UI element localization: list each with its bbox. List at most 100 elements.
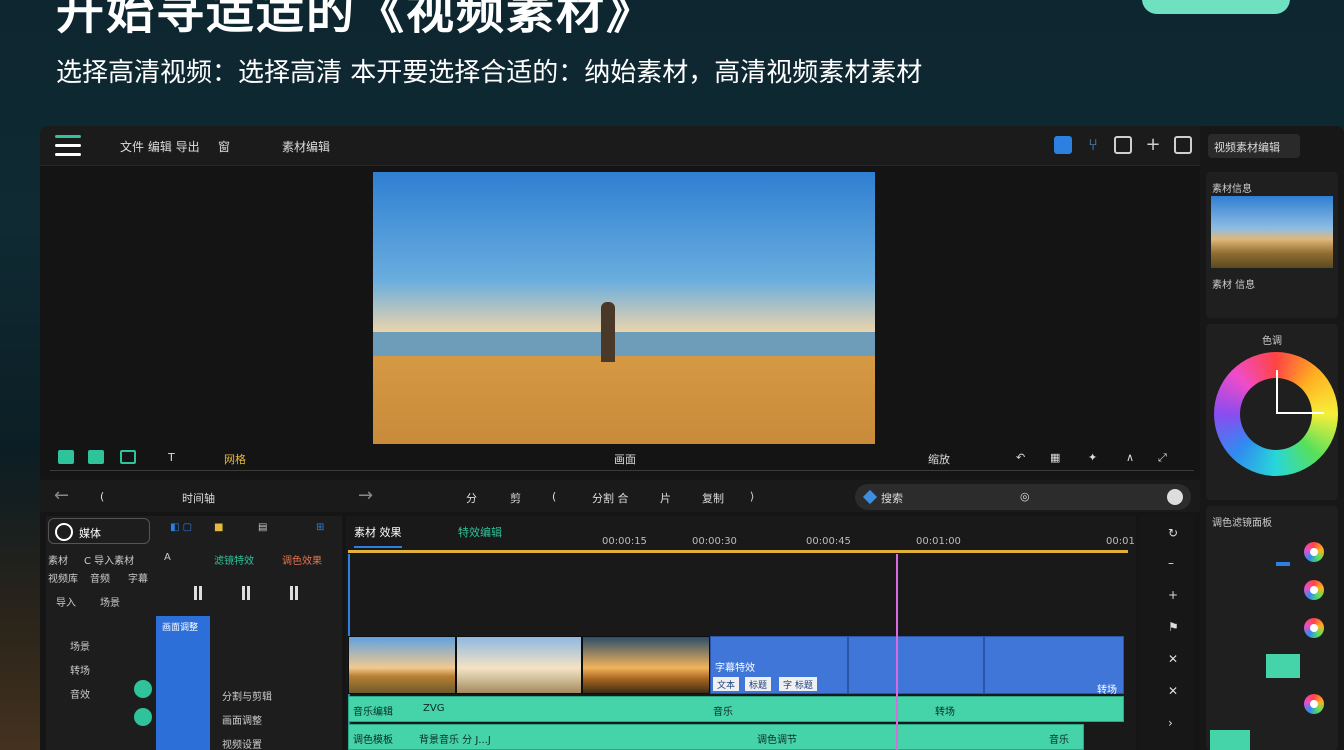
right-list-adjust[interactable]: 画面调整 <box>222 712 262 727</box>
nav-split-merge[interactable]: 分割 合 <box>592 490 629 506</box>
pause-icon[interactable] <box>194 586 202 600</box>
scene-button[interactable]: 场景 <box>100 594 120 609</box>
left-list-scene[interactable]: 场景 <box>70 638 90 653</box>
time-mark-3: 00:00:45 <box>806 536 851 547</box>
nav-copy[interactable]: 复制 <box>702 490 724 506</box>
video-preview[interactable] <box>373 172 875 444</box>
export-icon[interactable] <box>1174 136 1192 154</box>
grading-swatch-2[interactable] <box>1210 730 1250 750</box>
preview-tower <box>601 302 615 362</box>
preview-area <box>40 166 1200 478</box>
copyright-icon[interactable] <box>120 450 136 464</box>
right-list-settings[interactable]: 视频设置 <box>222 736 262 750</box>
pause-icon-2[interactable] <box>242 586 250 600</box>
preview-center-label[interactable]: 画面 <box>614 451 636 467</box>
toggle-icon[interactable] <box>134 680 152 698</box>
close-icon-2[interactable]: ✕ <box>1168 684 1178 698</box>
color-icon[interactable]: ■ <box>214 522 223 533</box>
audio-track-2[interactable]: 调色模板 背景音乐 分 J...J 调色调节 音乐 <box>348 724 1084 750</box>
audio-track-1[interactable]: 音乐编辑 ZVG 音乐 转场 <box>348 696 1124 722</box>
sparkle-icon[interactable]: ✦ <box>1088 451 1097 464</box>
subtitle-clip-2[interactable] <box>848 636 984 694</box>
toggle-icon-2[interactable] <box>134 708 152 726</box>
mini-wheel-icon-4[interactable] <box>1304 694 1324 714</box>
menu-file[interactable]: 文件 编辑 导出 <box>120 138 200 155</box>
media-tab[interactable]: 媒体 <box>48 518 150 544</box>
search-filter-icon[interactable]: ◎ <box>1020 490 1030 503</box>
text-tool-icon[interactable]: T <box>168 451 175 464</box>
refresh-icon[interactable]: ↻ <box>1168 526 1178 540</box>
subtitle-clip-3[interactable]: 转场 <box>984 636 1124 696</box>
bookmark-icon[interactable]: ⚑ <box>1168 620 1179 634</box>
subtitle-clip-end-label: 转场 <box>1097 685 1117 696</box>
plus-small-icon[interactable]: + <box>1168 588 1178 602</box>
chevron-right-icon[interactable]: › <box>1168 716 1173 730</box>
title-chip[interactable]: 标题 <box>744 676 773 692</box>
forward-arrow-icon[interactable]: → <box>358 485 373 506</box>
ratio-icon[interactable] <box>88 450 104 464</box>
tab-assets-effects[interactable]: 素材 效果 <box>354 524 402 548</box>
time-mark-2: 00:00:30 <box>692 536 737 547</box>
add-icon[interactable]: + <box>1144 136 1162 154</box>
grading-swatch[interactable] <box>1266 654 1300 678</box>
color-effects-label[interactable]: 调色效果 <box>282 552 322 567</box>
grid-tool-icon[interactable]: 网格 <box>224 451 246 467</box>
audio-a-label[interactable]: A <box>164 552 171 563</box>
video-clip-1[interactable] <box>348 636 456 694</box>
menu-edit-assets[interactable]: 素材编辑 <box>282 138 330 155</box>
layout-icon[interactable] <box>1054 136 1072 154</box>
crop-icon[interactable] <box>58 450 74 464</box>
work-area-bar[interactable] <box>348 550 1128 553</box>
minus-icon[interactable]: – <box>1168 556 1174 570</box>
nav-split[interactable]: 分 <box>466 490 477 506</box>
mini-wheel-icon[interactable] <box>1304 542 1324 562</box>
caret-icon[interactable]: ∧ <box>1126 451 1134 464</box>
video-edit-button[interactable]: 视频素材编辑 <box>1208 134 1300 158</box>
left-list-transition[interactable]: 转场 <box>70 662 90 677</box>
grid-icon[interactable]: ▦ <box>1050 451 1060 464</box>
nav-timeline[interactable]: 时间轴 <box>182 490 215 506</box>
panel-more-icon[interactable]: ⊞ <box>316 522 324 533</box>
color-wheel[interactable] <box>1214 352 1338 476</box>
adjust-panel[interactable]: 画面调整 <box>156 616 210 750</box>
undo-icon[interactable]: ↶ <box>1016 451 1025 464</box>
menu-icon[interactable] <box>55 135 81 157</box>
audio-label[interactable]: 音频 <box>90 570 110 585</box>
right-list-split[interactable]: 分割与剪辑 <box>222 688 272 703</box>
back-arrow-icon[interactable]: ← <box>54 485 69 506</box>
grading-marker[interactable] <box>1276 562 1290 566</box>
save-icon[interactable] <box>1114 136 1132 154</box>
color-wheel-title: 色调 <box>1262 336 1282 347</box>
import-assets-label[interactable]: C 导入素材 <box>84 552 134 567</box>
nav-clip[interactable]: 片 <box>660 490 671 506</box>
tab-effects-edit[interactable]: 特效编辑 <box>458 524 502 540</box>
menu-window[interactable]: 窗 <box>218 138 230 155</box>
panel-grid-icon[interactable]: ▤ <box>258 522 267 533</box>
subtitle-label[interactable]: 字幕 <box>128 570 148 585</box>
video-clip-3[interactable] <box>582 636 710 694</box>
video-library-label[interactable]: 视频库 <box>48 570 78 585</box>
zoom-label[interactable]: 缩放 <box>928 451 950 467</box>
expand-icon[interactable]: ⤢ <box>1158 451 1167 465</box>
left-list-sound[interactable]: 音效 <box>70 686 90 701</box>
filters-label[interactable]: 滤镜特效 <box>214 552 254 567</box>
cta-button[interactable] <box>1142 0 1290 14</box>
search-bar[interactable]: 搜索 ◎ <box>855 484 1191 510</box>
asset-thumbnail[interactable] <box>1211 196 1333 268</box>
layout-square-icon[interactable]: ◧ ▢ <box>170 522 192 533</box>
playhead[interactable] <box>896 554 898 750</box>
search-clear-icon[interactable] <box>1167 489 1183 505</box>
close-icon[interactable]: ✕ <box>1168 652 1178 666</box>
text-chip[interactable]: 文本 <box>712 676 741 692</box>
media-assets-label[interactable]: 素材 <box>48 552 68 567</box>
title-chip-2[interactable]: 字 标题 <box>778 676 818 692</box>
pause-icon-3[interactable] <box>290 586 298 600</box>
video-clip-2[interactable] <box>456 636 582 694</box>
split-icon[interactable]: ⑂ <box>1084 136 1102 154</box>
nav-end-icon[interactable]: ⟩ <box>750 490 754 503</box>
color-grading-title: 调色滤镜面板 <box>1212 518 1272 529</box>
nav-cut[interactable]: 剪 <box>510 490 521 506</box>
import-button[interactable]: 导入 <box>56 594 76 609</box>
mini-wheel-icon-2[interactable] <box>1304 580 1324 600</box>
mini-wheel-icon-3[interactable] <box>1304 618 1324 638</box>
